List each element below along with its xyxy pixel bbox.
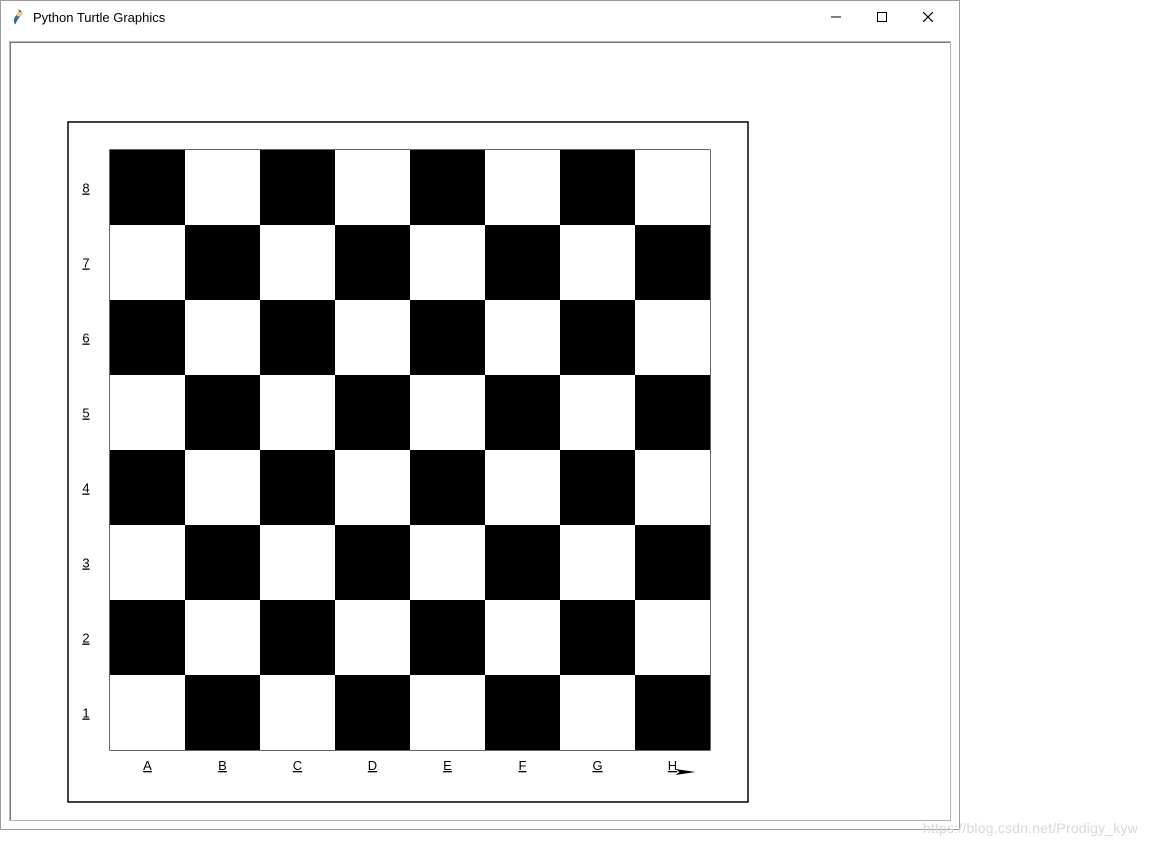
window-title: Python Turtle Graphics [33, 10, 165, 25]
board-square [110, 450, 185, 525]
board-square [185, 150, 260, 225]
col-label: C [293, 758, 302, 773]
board-square [260, 150, 335, 225]
board-square [635, 150, 710, 225]
board-square [335, 150, 410, 225]
board-square [560, 225, 635, 300]
board-square [560, 375, 635, 450]
row-label: 7 [82, 256, 89, 271]
board-square [260, 525, 335, 600]
col-label: A [143, 758, 152, 773]
window-controls [813, 2, 951, 32]
board-square [410, 300, 485, 375]
title-bar[interactable]: Python Turtle Graphics [1, 1, 959, 33]
board-square [410, 375, 485, 450]
board-square [485, 150, 560, 225]
canvas-frame: 8 7 6 5 4 3 2 1 A B C D E F G H [9, 41, 951, 821]
row-label: 4 [82, 481, 89, 496]
row-label: 2 [82, 631, 89, 646]
board-square [560, 150, 635, 225]
board-square [635, 675, 710, 750]
board-square [335, 375, 410, 450]
board-square [185, 225, 260, 300]
app-window: Python Turtle Graphics 8 7 6 5 4 3 2 1 A B C D E F G H [0, 0, 960, 830]
turtle-cursor-icon [676, 769, 696, 775]
col-label: H [668, 758, 677, 773]
board-square [485, 600, 560, 675]
col-label: E [443, 758, 452, 773]
board-square [635, 450, 710, 525]
board-square [110, 375, 185, 450]
board-square [110, 525, 185, 600]
board-square [185, 600, 260, 675]
board-square [110, 300, 185, 375]
board-square [485, 675, 560, 750]
row-label: 6 [82, 331, 89, 346]
board-square [485, 525, 560, 600]
col-label: D [368, 758, 377, 773]
maximize-button[interactable] [859, 2, 905, 32]
board-square [335, 600, 410, 675]
col-label: B [218, 758, 227, 773]
board-square [260, 450, 335, 525]
board-square [635, 600, 710, 675]
board-square [410, 225, 485, 300]
close-button[interactable] [905, 2, 951, 32]
board-square [260, 675, 335, 750]
board-square [335, 225, 410, 300]
board-square [560, 525, 635, 600]
board-square [185, 675, 260, 750]
board-square [410, 675, 485, 750]
board-square [110, 225, 185, 300]
row-label: 1 [82, 706, 89, 721]
board-square [635, 525, 710, 600]
row-label: 3 [82, 556, 89, 571]
board-square [335, 525, 410, 600]
board-square [260, 300, 335, 375]
board-square [485, 450, 560, 525]
board-square [185, 525, 260, 600]
board-square [410, 150, 485, 225]
board-square [485, 225, 560, 300]
board-square [485, 300, 560, 375]
board-square [335, 675, 410, 750]
board-square [560, 300, 635, 375]
board-square [560, 600, 635, 675]
board-square [560, 450, 635, 525]
board-square [185, 450, 260, 525]
board-square [485, 375, 560, 450]
board-square [110, 600, 185, 675]
board-square [110, 150, 185, 225]
col-label: F [519, 758, 527, 773]
col-label: G [592, 758, 602, 773]
row-label: 8 [82, 181, 89, 196]
board-square [635, 225, 710, 300]
board-square [335, 300, 410, 375]
board-square [635, 300, 710, 375]
board-square [635, 375, 710, 450]
app-icon [9, 9, 25, 25]
board-square [260, 375, 335, 450]
turtle-canvas: 8 7 6 5 4 3 2 1 A B C D E F G H [10, 42, 950, 820]
board-square [185, 375, 260, 450]
board-square [410, 450, 485, 525]
board-square [185, 300, 260, 375]
chessboard-drawing: 8 7 6 5 4 3 2 1 A B C D E F G H [10, 42, 950, 822]
board-square [260, 225, 335, 300]
row-label: 5 [82, 406, 89, 421]
board-square [560, 675, 635, 750]
board-square [410, 600, 485, 675]
board-square [260, 600, 335, 675]
board-square [335, 450, 410, 525]
board-square [410, 525, 485, 600]
board-square [110, 675, 185, 750]
minimize-button[interactable] [813, 2, 859, 32]
